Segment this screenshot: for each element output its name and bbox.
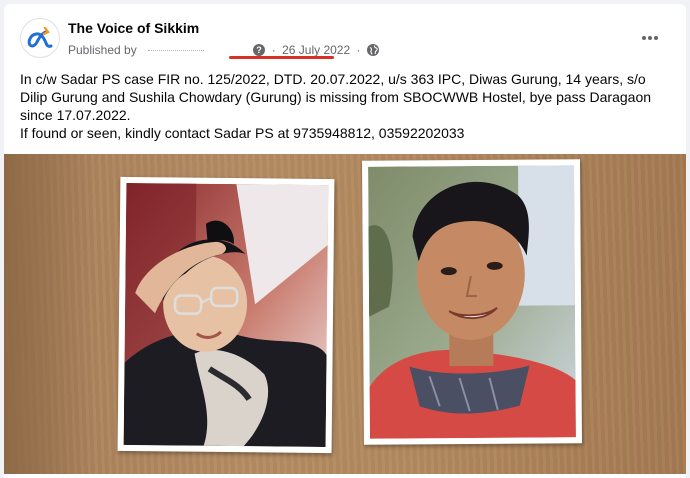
page-name-link[interactable]: The Voice of Sikkim bbox=[68, 20, 199, 36]
globe-icon[interactable] bbox=[366, 43, 379, 56]
question-icon[interactable]: ? bbox=[253, 43, 266, 56]
author-redacted bbox=[148, 48, 205, 52]
page-avatar[interactable] bbox=[20, 18, 60, 58]
missing-person-photo-1 bbox=[117, 176, 335, 454]
photo-2-image bbox=[368, 165, 576, 439]
post-header: The Voice of Sikkim Published by ? · 26 … bbox=[20, 16, 670, 60]
more-dots-icon bbox=[642, 36, 658, 40]
facebook-post: The Voice of Sikkim Published by ? · 26 … bbox=[4, 4, 686, 478]
post-image[interactable] bbox=[4, 154, 686, 474]
svg-text:?: ? bbox=[257, 45, 263, 55]
post-body-contact: If found or seen, kindly contact Sadar P… bbox=[20, 125, 465, 141]
table-shadow bbox=[4, 154, 94, 474]
more-options-button[interactable] bbox=[638, 28, 662, 48]
post-body-missing-notice: In c/w Sadar PS case FIR no. 125/2022, D… bbox=[20, 71, 652, 123]
post-date-link[interactable]: 26 July 2022 bbox=[282, 43, 350, 57]
meta-dot: · bbox=[271, 42, 276, 57]
published-by-label: Published by bbox=[68, 42, 137, 57]
photo-1-image bbox=[123, 182, 329, 448]
post-text: In c/w Sadar PS case FIR no. 125/2022, D… bbox=[20, 70, 660, 142]
missing-person-photo-2 bbox=[362, 159, 582, 445]
page-logo-icon bbox=[27, 26, 53, 48]
meta-dot: · bbox=[356, 42, 361, 57]
date-highlight-underline bbox=[229, 56, 334, 59]
